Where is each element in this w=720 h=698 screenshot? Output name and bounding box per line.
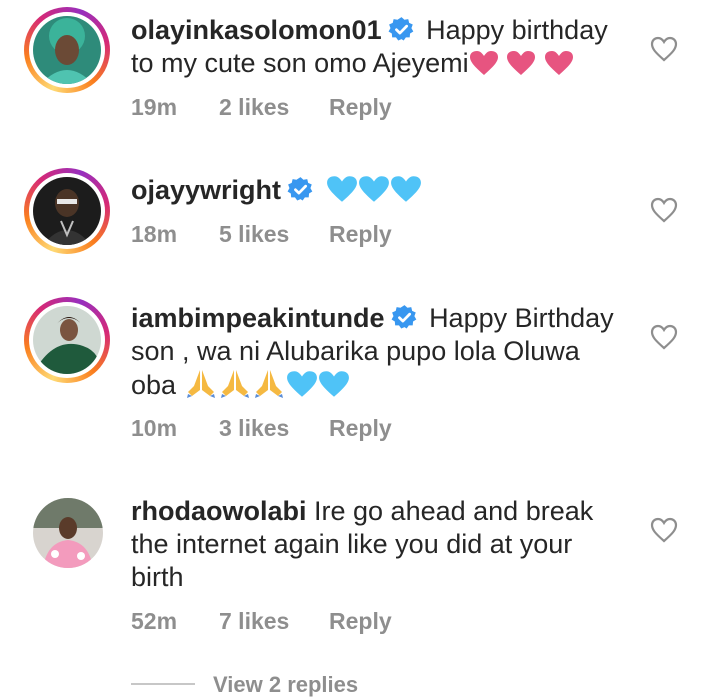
likes-count[interactable]: 2 likes xyxy=(219,94,329,121)
comment-text: ojayywright xyxy=(131,174,621,211)
timestamp: 52m xyxy=(131,608,178,634)
timestamp: 18m xyxy=(131,221,178,247)
comment-meta: 18m 5 likes Reply xyxy=(131,221,392,248)
avatar-image xyxy=(33,306,101,374)
likes-count[interactable]: 3 likes xyxy=(219,415,329,442)
blue-heart-icon xyxy=(358,175,390,211)
like-heart-icon[interactable] xyxy=(650,197,678,223)
reply-button[interactable]: Reply xyxy=(329,415,392,442)
username[interactable]: olayinkasolomon01 xyxy=(131,15,382,45)
blue-heart-icon xyxy=(326,175,358,211)
avatar-image xyxy=(33,177,101,245)
blue-heart-icon xyxy=(318,370,350,406)
avatar[interactable] xyxy=(24,7,110,93)
like-heart-icon[interactable] xyxy=(650,324,678,350)
blue-heart-icon xyxy=(390,175,422,211)
avatar[interactable] xyxy=(24,168,110,254)
likes-count[interactable]: 7 likes xyxy=(219,608,329,635)
comment-text: iambimpeakintunde Happy Birthday son , w… xyxy=(131,302,621,406)
avatar[interactable] xyxy=(33,498,103,568)
folded-hands-icon xyxy=(252,368,286,406)
reply-button[interactable]: Reply xyxy=(329,94,392,121)
comment-text: olayinkasolomon01 Happy birthday to my c… xyxy=(131,14,621,84)
blue-heart-icon xyxy=(286,370,318,406)
username[interactable]: rhodaowolabi xyxy=(131,496,307,526)
username[interactable]: iambimpeakintunde xyxy=(131,303,385,333)
comment-meta: 19m 2 likes Reply xyxy=(131,94,392,121)
folded-hands-icon xyxy=(184,368,218,406)
pink-heart-icon xyxy=(544,50,574,84)
comment-meta: 10m 3 likes Reply xyxy=(131,415,392,442)
like-heart-icon[interactable] xyxy=(650,517,678,543)
timestamp: 19m xyxy=(131,94,178,120)
avatar-image xyxy=(33,498,103,568)
pink-heart-icon xyxy=(506,50,536,84)
timestamp: 10m xyxy=(131,415,178,441)
verified-badge-icon xyxy=(287,177,313,201)
view-replies-label[interactable]: View 2 replies xyxy=(213,672,358,697)
like-heart-icon[interactable] xyxy=(650,36,678,62)
avatar[interactable] xyxy=(24,297,110,383)
reply-button[interactable]: Reply xyxy=(329,221,392,248)
verified-badge-icon xyxy=(388,17,413,41)
likes-count[interactable]: 5 likes xyxy=(219,221,329,248)
divider-line xyxy=(131,683,195,685)
avatar-image xyxy=(33,16,101,84)
verified-badge-icon xyxy=(391,305,416,329)
comment-meta: 52m 7 likes Reply xyxy=(131,608,392,635)
username[interactable]: ojayywright xyxy=(131,175,281,205)
reply-button[interactable]: Reply xyxy=(329,608,392,635)
comment-text: rhodaowolabi Ire go ahead and break the … xyxy=(131,495,621,594)
view-replies-button[interactable]: View 2 replies xyxy=(131,672,358,698)
pink-heart-icon xyxy=(469,50,499,84)
folded-hands-icon xyxy=(218,368,252,406)
